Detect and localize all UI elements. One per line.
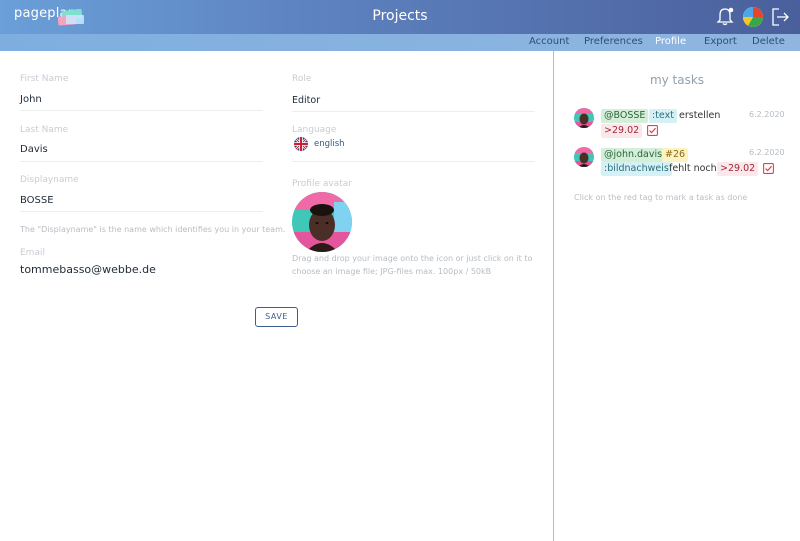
tasks-title: my tasks	[649, 73, 705, 87]
language-select[interactable]: english	[294, 137, 345, 151]
language-label: Language	[292, 125, 337, 135]
last-name-input[interactable]: Davis	[20, 144, 48, 155]
displayname-underline	[20, 211, 263, 212]
task-2-ref-tag[interactable]: #26	[662, 148, 689, 162]
task-1-user-tag[interactable]: @BOSSE	[601, 109, 649, 123]
task-2-text: fehlt noch!	[669, 163, 721, 174]
tasks-hint: Click on the red tag to mark a task as d…	[574, 193, 748, 202]
first-name-label: First Name	[20, 74, 69, 84]
language-value: english	[314, 139, 345, 149]
role-label: Role	[292, 74, 312, 84]
displayname-hint: The "Displayname" is the name which iden…	[20, 225, 286, 234]
first-name-input[interactable]: John	[20, 94, 42, 105]
column-divider	[553, 51, 554, 541]
save-button[interactable]: SAVE	[255, 307, 298, 327]
avatar-hint-line-2: choose an image file; JPG-files max. 100…	[292, 267, 492, 276]
task-2-due-tag[interactable]: >29.02	[717, 162, 759, 176]
first-name-underline	[20, 110, 263, 111]
subnav-account[interactable]: Account	[529, 36, 569, 47]
email-label: Email	[20, 248, 45, 258]
page-title: Projects	[372, 8, 428, 24]
task-1-avatar	[574, 108, 594, 128]
subnav-export[interactable]: Export	[704, 36, 737, 47]
task-1-date: 6.2.2020	[749, 110, 785, 119]
task-2-date: 6.2.2020	[749, 148, 785, 157]
last-name-label: Last Name	[20, 125, 69, 135]
displayname-label: Displayname	[20, 175, 79, 185]
role-select[interactable]: Editor	[292, 95, 320, 106]
logout-icon[interactable]	[769, 6, 791, 28]
task-1-done-checkbox-icon[interactable]	[647, 125, 658, 136]
settings-subnav: Account Preferences Profile Export Delet…	[0, 34, 800, 51]
bell-icon[interactable]	[714, 6, 736, 28]
subnav-profile[interactable]: Profile	[655, 36, 686, 47]
avatar-hint-line-1: Drag and drop your image onto the icon o…	[292, 254, 533, 263]
task-2-avatar	[574, 147, 594, 167]
task-2-done-checkbox-icon[interactable]	[763, 163, 774, 174]
role-underline	[292, 111, 535, 112]
top-header: pageplanr Projects	[0, 0, 800, 34]
avatar-label: Profile avatar	[292, 179, 352, 189]
email-field[interactable]: tommebasso@webbe.de	[20, 263, 156, 276]
uk-flag-icon	[294, 137, 308, 151]
task-2-object-tag[interactable]: :bildnachweis	[601, 162, 672, 176]
displayname-input[interactable]: BOSSE	[20, 195, 54, 206]
last-name-underline	[20, 161, 263, 162]
task-1-text: erstellen	[679, 110, 721, 121]
task-2-user-tag[interactable]: @john.davis	[601, 148, 666, 162]
language-underline	[292, 161, 535, 162]
subnav-delete[interactable]: Delete	[752, 36, 785, 47]
task-1-object-tag[interactable]: :text	[649, 109, 677, 123]
user-avatar[interactable]	[742, 6, 764, 28]
subnav-preferences[interactable]: Preferences	[584, 36, 643, 47]
task-1-due-tag[interactable]: >29.02	[601, 124, 643, 138]
profile-avatar-dropzone[interactable]	[292, 192, 352, 252]
